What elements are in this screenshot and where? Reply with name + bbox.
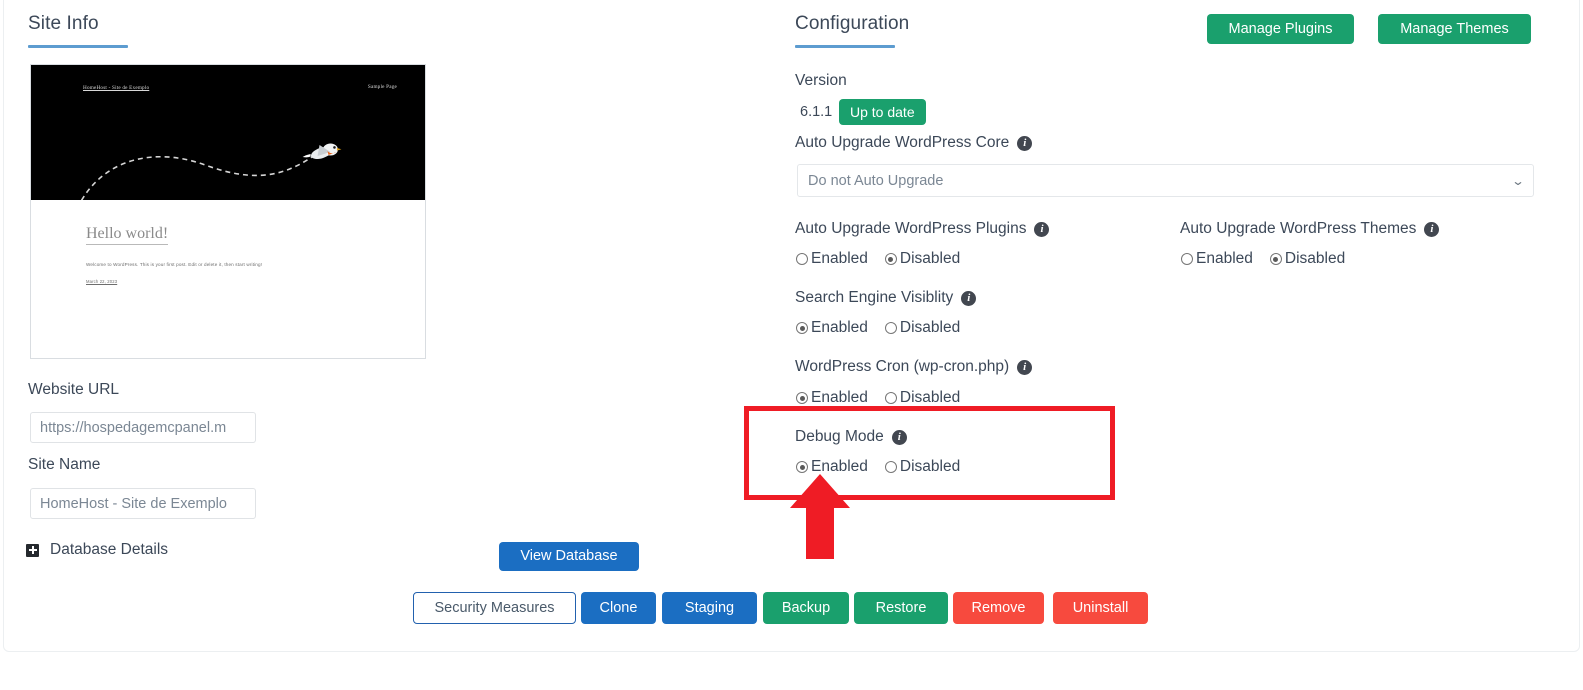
view-database-button[interactable]: View Database (499, 542, 639, 571)
version-label: Version (795, 72, 847, 89)
debug-mode-enabled-label: Enabled (811, 458, 868, 475)
plus-square-icon (26, 543, 39, 557)
info-icon[interactable]: i (1017, 359, 1033, 375)
auto-upgrade-themes-radios: Enabled Disabled (1181, 250, 1345, 268)
site-info-heading: Site Info (28, 13, 99, 34)
auto-upgrade-themes-label: Auto Upgrade WordPress Themes i (1180, 220, 1440, 238)
auto-upgrade-plugins-text: Auto Upgrade WordPress Plugins (795, 220, 1027, 237)
site-preview-thumbnail[interactable]: HomeHost - Site de Exemplo Sample Page H… (30, 64, 426, 359)
auto-upgrade-themes-disabled-option[interactable]: Disabled (1269, 250, 1346, 268)
version-number: 6.1.1 (800, 104, 833, 120)
debug-mode-text: Debug Mode (795, 428, 884, 445)
wordpress-cron-disabled-label: Disabled (899, 389, 961, 406)
wordpress-manager-panel: Site Info HomeHost - Site de Exemplo Sam… (0, 0, 1583, 690)
security-measures-button[interactable]: Security Measures (413, 592, 576, 624)
radio-circle-icon[interactable] (1181, 253, 1193, 265)
wordpress-cron-enabled-label: Enabled (811, 389, 868, 406)
auto-upgrade-core-selected-value: Do not Auto Upgrade (808, 172, 944, 189)
radio-circle-selected-icon[interactable] (796, 461, 808, 473)
wordpress-cron-radios: Enabled Disabled (796, 389, 960, 407)
radio-circle-icon[interactable] (884, 392, 897, 404)
info-icon[interactable]: i (961, 290, 977, 306)
auto-upgrade-themes-text: Auto Upgrade WordPress Themes (1180, 220, 1417, 237)
version-status-badge: Up to date (839, 99, 926, 125)
configuration-heading: Configuration (795, 13, 910, 34)
uninstall-button[interactable]: Uninstall (1053, 592, 1148, 624)
staging-button[interactable]: Staging (662, 592, 757, 624)
remove-button[interactable]: Remove (953, 592, 1044, 624)
restore-button[interactable]: Restore (854, 592, 948, 624)
radio-circle-selected-icon[interactable] (884, 253, 897, 265)
clone-button[interactable]: Clone (581, 592, 656, 624)
website-url-input[interactable] (30, 412, 256, 443)
radio-circle-icon[interactable] (796, 253, 808, 265)
auto-upgrade-themes-disabled-label: Disabled (1284, 250, 1346, 267)
manage-plugins-button[interactable]: Manage Plugins (1207, 14, 1354, 44)
info-icon[interactable]: i (891, 429, 907, 445)
search-engine-visibility-text: Search Engine Visiblity (795, 289, 954, 306)
debug-mode-enabled-option[interactable]: Enabled (796, 458, 868, 476)
auto-upgrade-core-select[interactable]: Do not Auto Upgrade ⌄ (797, 164, 1534, 197)
info-icon[interactable]: i (1424, 221, 1440, 237)
site-info-underline (28, 45, 128, 48)
database-details-toggle[interactable]: Database Details (26, 541, 168, 559)
auto-upgrade-plugins-label: Auto Upgrade WordPress Plugins i (795, 220, 1050, 238)
radio-circle-selected-icon[interactable] (796, 392, 808, 404)
search-engine-visibility-disabled-option[interactable]: Disabled (884, 319, 961, 337)
radio-circle-icon[interactable] (884, 461, 897, 473)
preview-hero: HomeHost - Site de Exemplo Sample Page (31, 65, 425, 200)
info-icon[interactable]: i (1017, 135, 1033, 151)
chevron-down-icon: ⌄ (1511, 173, 1525, 188)
debug-mode-radios: Enabled Disabled (796, 458, 960, 476)
preview-body: Hello world! Welcome to WordPress. This … (31, 200, 425, 358)
backup-button[interactable]: Backup (763, 592, 849, 624)
wordpress-cron-text: WordPress Cron (wp-cron.php) (795, 358, 1010, 375)
manage-themes-button[interactable]: Manage Themes (1378, 14, 1531, 44)
configuration-underline (795, 45, 895, 48)
search-engine-visibility-enabled-option[interactable]: Enabled (796, 319, 868, 337)
auto-upgrade-plugins-disabled-label: Disabled (899, 250, 961, 267)
preview-sample-page-link: Sample Page (367, 84, 397, 90)
auto-upgrade-plugins-enabled-label: Enabled (811, 250, 868, 267)
auto-upgrade-core-label: Auto Upgrade WordPress Core i (795, 134, 1033, 152)
preview-site-title-link: HomeHost - Site de Exemplo (83, 85, 150, 91)
auto-upgrade-plugins-disabled-option[interactable]: Disabled (884, 250, 961, 268)
preview-post-date: March 22, 2023 (86, 279, 118, 284)
preview-post-excerpt: Welcome to WordPress. This is your first… (86, 262, 263, 267)
search-engine-visibility-label: Search Engine Visiblity i (795, 289, 977, 307)
site-name-input[interactable] (30, 488, 256, 519)
site-name-label: Site Name (28, 456, 101, 473)
search-engine-visibility-enabled-label: Enabled (811, 319, 868, 336)
radio-circle-selected-icon[interactable] (796, 322, 808, 334)
radio-circle-icon[interactable] (884, 322, 897, 334)
debug-mode-disabled-option[interactable]: Disabled (884, 458, 961, 476)
website-url-label: Website URL (28, 381, 120, 398)
search-engine-visibility-disabled-label: Disabled (899, 319, 961, 336)
wordpress-cron-disabled-option[interactable]: Disabled (884, 389, 961, 407)
preview-post-title: Hello world! (86, 225, 169, 245)
info-icon[interactable]: i (1034, 221, 1050, 237)
auto-upgrade-themes-enabled-label: Enabled (1196, 250, 1253, 267)
wordpress-cron-enabled-option[interactable]: Enabled (796, 389, 868, 407)
database-details-label: Database Details (50, 541, 169, 558)
auto-upgrade-themes-enabled-option[interactable]: Enabled (1181, 250, 1253, 268)
radio-circle-selected-icon[interactable] (1269, 253, 1282, 265)
auto-upgrade-plugins-enabled-option[interactable]: Enabled (796, 250, 868, 268)
debug-mode-label: Debug Mode i (795, 428, 907, 446)
search-engine-visibility-radios: Enabled Disabled (796, 319, 960, 337)
auto-upgrade-core-text: Auto Upgrade WordPress Core (795, 134, 1010, 151)
debug-mode-disabled-label: Disabled (899, 458, 961, 475)
auto-upgrade-plugins-radios: Enabled Disabled (796, 250, 960, 268)
wordpress-cron-label: WordPress Cron (wp-cron.php) i (795, 358, 1033, 376)
